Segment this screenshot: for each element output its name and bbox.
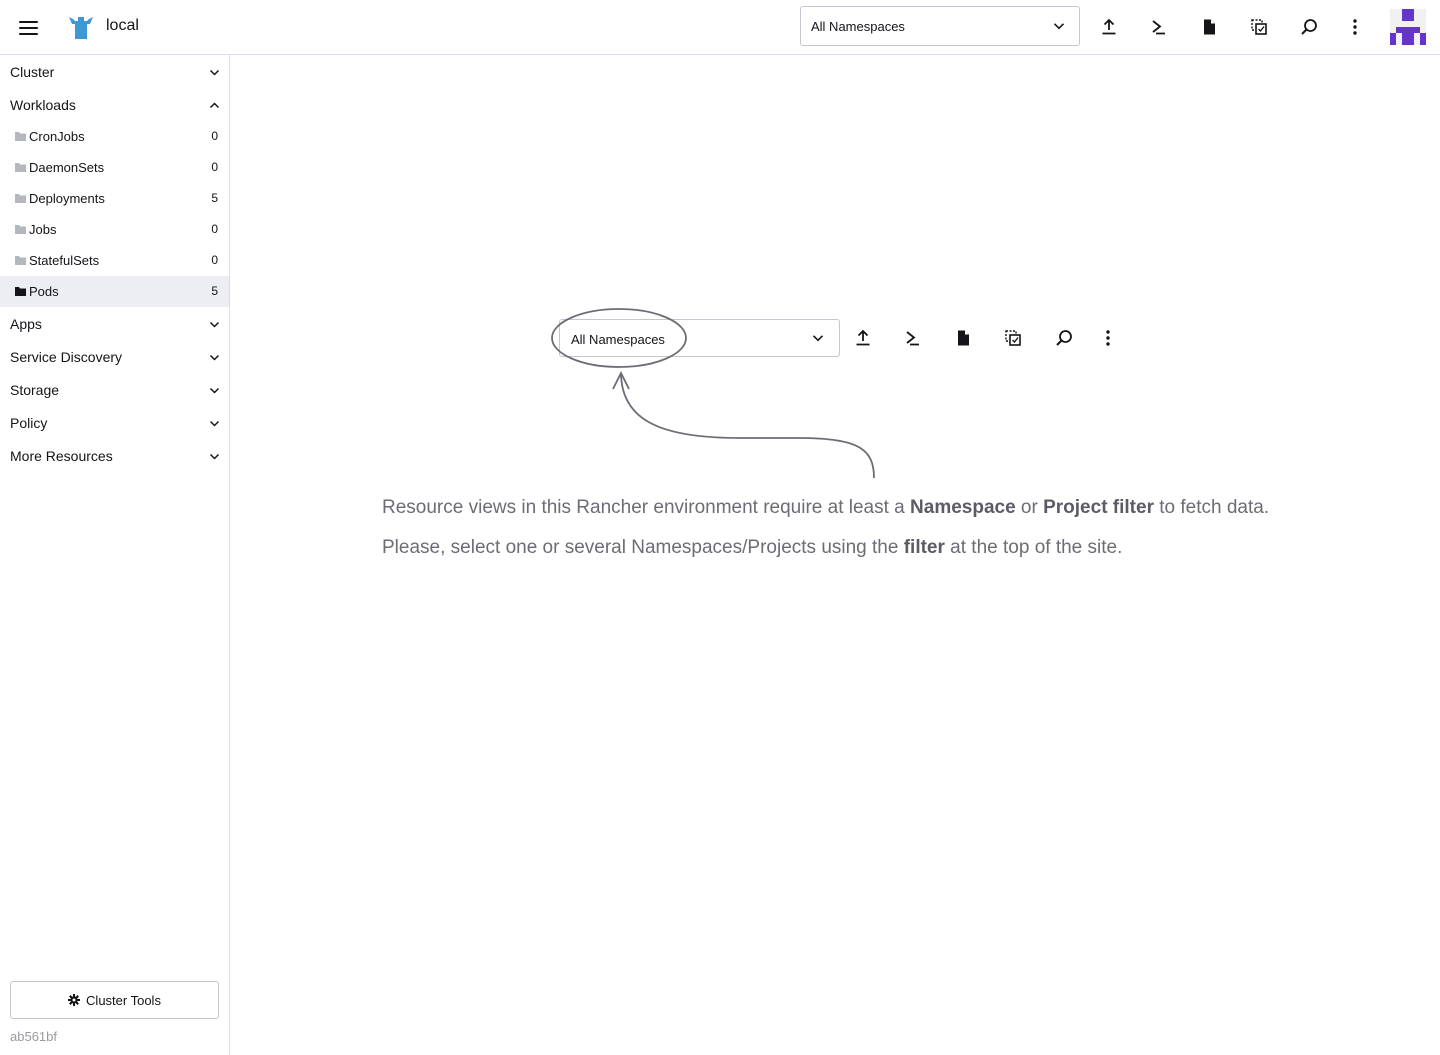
filter-required-message-line1: Resource views in this Rancher environme… [382,497,1270,518]
more-actions-icon[interactable] [1342,14,1368,40]
kubeconfig-file-icon[interactable] [1196,14,1222,40]
kubeconfig-file-icon [950,325,976,351]
cluster-logo-icon [69,17,93,39]
nav-group-more-resources[interactable]: More Resources [0,439,229,472]
more-actions-icon [1095,325,1121,351]
filter-emphasis: filter [903,537,945,558]
nav-group-cluster[interactable]: Cluster [0,55,229,88]
nav-group-policy[interactable]: Policy [0,406,229,439]
copy-kubeconfig-icon[interactable] [1246,14,1272,40]
chevron-down-icon [209,354,220,361]
sidebar-nav: Cluster Workloads CronJobs 0 DaemonSets … [0,55,230,1055]
folder-icon [15,256,26,265]
sidebar-item-deployments[interactable]: Deployments 5 [0,183,229,214]
sidebar-item-jobs[interactable]: Jobs 0 [0,214,229,245]
chevron-up-icon [209,102,220,109]
nav-group-label: Workloads [10,97,76,113]
cluster-tools-label: Cluster Tools [86,992,161,1008]
folder-icon [15,132,26,141]
nav-group-service-discovery[interactable]: Service Discovery [0,340,229,373]
kubectl-shell-icon [900,325,926,351]
filter-required-message-line2: Please, select one or several Namespaces… [382,537,1123,558]
sidebar-item-label: Deployments [29,191,105,206]
chevron-down-icon [209,453,220,460]
sidebar-item-label: Jobs [29,222,57,237]
nav-group-storage[interactable]: Storage [0,373,229,406]
sidebar-item-label: StatefulSets [29,253,100,268]
chevron-down-icon [1053,23,1065,30]
top-header: local All Namespaces [0,0,1440,55]
chevron-down-icon [812,335,824,342]
gear-icon [68,994,81,1006]
nav-group-workloads[interactable]: Workloads [0,88,229,121]
sidebar-item-count: 0 [211,129,218,143]
sidebar-item-count: 5 [211,284,218,298]
sidebar-item-label: Pods [29,284,59,299]
nav-group-label: Service Discovery [10,349,123,365]
nav-group-label: More Resources [10,448,113,464]
project-filter-emphasis: Project filter [1043,497,1154,518]
search-icon [1051,325,1077,351]
folder-icon [15,163,26,172]
sidebar-item-daemonsets[interactable]: DaemonSets 0 [0,152,229,183]
cluster-tools-button[interactable]: Cluster Tools [10,981,219,1019]
sidebar-item-statefulsets[interactable]: StatefulSets 0 [0,245,229,276]
nav-group-label: Apps [10,316,42,332]
nav-group-label: Policy [10,415,48,431]
version-label: ab561bf [10,1029,57,1044]
chevron-down-icon [209,420,220,427]
sidebar-item-count: 5 [211,191,218,205]
sidebar-item-label: DaemonSets [29,160,105,175]
nav-group-label: Storage [10,382,60,398]
sidebar-item-cronjobs[interactable]: CronJobs 0 [0,121,229,152]
sidebar-item-count: 0 [211,160,218,174]
search-icon[interactable] [1296,14,1322,40]
import-yaml-icon[interactable] [1096,14,1122,40]
cluster-name[interactable]: local [106,17,139,35]
user-avatar[interactable] [1390,9,1426,45]
chevron-down-icon [209,69,220,76]
nav-group-apps[interactable]: Apps [0,307,229,340]
menu-icon[interactable] [14,14,42,42]
folder-open-icon [15,287,26,296]
namespace-filter-value: All Namespaces [811,19,905,34]
example-filter-value: All Namespaces [571,332,665,347]
sidebar-item-count: 0 [211,253,218,267]
sidebar-item-count: 0 [211,222,218,236]
import-yaml-icon [850,325,876,351]
folder-icon [15,194,26,203]
namespace-filter-select[interactable]: All Namespaces [800,6,1080,46]
chevron-down-icon [209,321,220,328]
sidebar-item-label: CronJobs [29,129,85,144]
kubectl-shell-icon[interactable] [1146,14,1172,40]
sidebar-item-pods[interactable]: Pods 5 [0,276,229,307]
namespace-emphasis: Namespace [910,497,1016,518]
example-namespace-filter: All Namespaces [559,319,840,357]
copy-kubeconfig-icon [1000,325,1026,351]
nav-group-label: Cluster [10,64,55,80]
chevron-down-icon [209,387,220,394]
folder-icon [15,225,26,234]
